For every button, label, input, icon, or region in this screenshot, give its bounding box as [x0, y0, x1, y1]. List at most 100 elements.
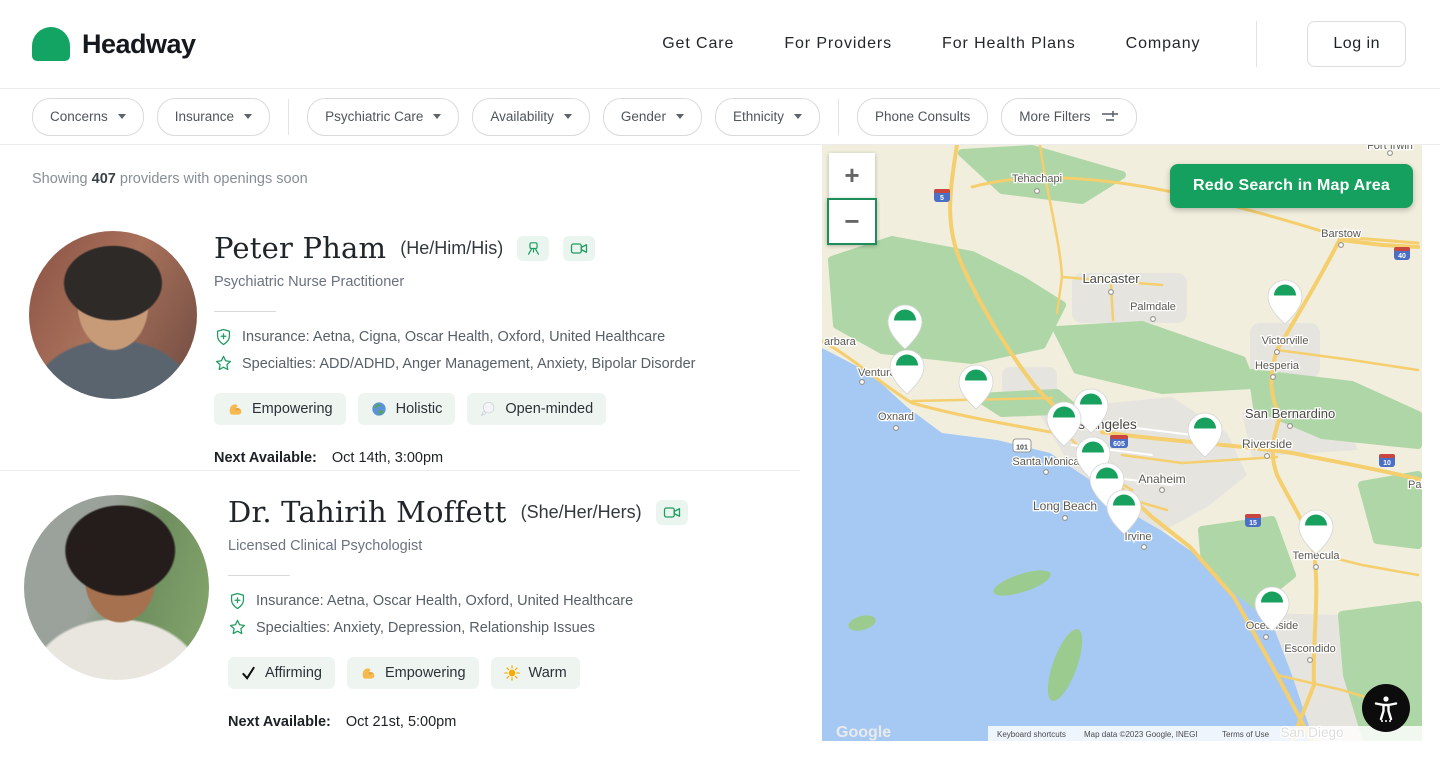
provider-name[interactable]: Peter Pham	[214, 231, 386, 265]
provider-title: Licensed Clinical Psychologist	[228, 538, 688, 554]
redo-search-button[interactable]: Redo Search in Map Area	[1170, 164, 1413, 208]
trait-badges: Empowering Holistic Open-minded	[214, 393, 695, 425]
map-label-victorville: Victorville	[1262, 335, 1309, 347]
map-label-palmdale: Palmdale	[1130, 301, 1176, 313]
chevron-down-icon	[118, 114, 126, 119]
map-label-long-beach: Long Beach	[1033, 499, 1097, 513]
accessibility-widget-button[interactable]	[1362, 684, 1410, 732]
video-camera-icon	[570, 241, 588, 256]
map-label-tehachapi: Tehachapi	[1012, 173, 1062, 185]
filter-ethnicity[interactable]: Ethnicity	[715, 98, 820, 136]
trait-badge: Affirming	[228, 657, 335, 689]
google-logo[interactable]: Google	[836, 724, 891, 741]
trait-badge: Open-minded	[467, 393, 606, 425]
filter-psychiatric-care[interactable]: Psychiatric Care	[307, 98, 459, 136]
chevron-down-icon	[564, 114, 572, 119]
specialties-text: Specialties: Anxiety, Depression, Relati…	[256, 620, 595, 636]
card-divider	[0, 470, 800, 471]
map-canvas: 5 40 101 605 15 10 Fort Irwin Tehachapi …	[822, 145, 1422, 741]
next-available-label: Next Available:	[228, 714, 331, 730]
card-mini-divider	[228, 575, 290, 576]
map-label-anaheim: Anaheim	[1138, 472, 1185, 486]
main-nav: Get Care For Providers For Health Plans …	[662, 21, 1406, 67]
filter-availability[interactable]: Availability	[472, 98, 590, 136]
filter-group-divider	[288, 99, 289, 135]
nav-for-health-plans[interactable]: For Health Plans	[942, 35, 1076, 53]
chevron-down-icon	[244, 114, 252, 119]
chair-icon	[525, 240, 542, 257]
svg-text:40: 40	[1398, 253, 1406, 260]
thought-balloon-emoji	[480, 401, 496, 417]
top-navbar: Headway Get Care For Providers For Healt…	[0, 0, 1440, 89]
provider-title: Psychiatric Nurse Practitioner	[214, 274, 695, 290]
provider-list-panel: Showing 407 providers with openings soon…	[0, 145, 822, 777]
svg-text:15: 15	[1249, 520, 1257, 527]
map-label-santa-barbara: arbara	[824, 336, 857, 348]
trait-badge-label: Affirming	[265, 665, 322, 681]
muscle-emoji	[227, 401, 243, 417]
minus-icon: −	[844, 206, 859, 237]
sliders-icon	[1101, 110, 1119, 124]
filter-more-filters[interactable]: More Filters	[1001, 98, 1136, 136]
svg-text:5: 5	[940, 195, 944, 202]
filter-concerns[interactable]: Concerns	[32, 98, 144, 136]
next-available-value: Oct 21st, 5:00pm	[346, 714, 456, 730]
muscle-emoji	[360, 665, 376, 681]
keyboard-shortcuts-link[interactable]: Keyboard shortcuts	[997, 730, 1066, 739]
filter-availability-label: Availability	[490, 109, 554, 124]
insurance-row: Insurance: Aetna, Oscar Health, Oxford, …	[228, 591, 688, 611]
filter-gender[interactable]: Gender	[603, 98, 702, 136]
globe-emoji	[371, 401, 387, 417]
insurance-row: Insurance: Aetna, Cigna, Oscar Health, O…	[214, 327, 695, 347]
provider-avatar[interactable]	[29, 231, 197, 399]
video-camera-icon	[663, 505, 681, 520]
filter-gender-label: Gender	[621, 109, 666, 124]
trait-badge-label: Empowering	[252, 401, 333, 417]
provider-card[interactable]: Dr. Tahirih Moffett (She/Her/Hers) Licen…	[24, 495, 688, 730]
sun-emoji	[504, 665, 520, 681]
nav-get-care[interactable]: Get Care	[662, 35, 734, 53]
provider-card-body: Dr. Tahirih Moffett (She/Her/Hers) Licen…	[228, 495, 688, 730]
filter-ethnicity-label: Ethnicity	[733, 109, 784, 124]
svg-text:101: 101	[1016, 445, 1028, 452]
trait-badge: Empowering	[347, 657, 479, 689]
results-suffix: providers with openings soon	[120, 171, 308, 187]
map-zoom-in-button[interactable]: +	[829, 153, 875, 198]
provider-name[interactable]: Dr. Tahirih Moffett	[228, 495, 507, 529]
insurance-text: Insurance: Aetna, Oscar Health, Oxford, …	[256, 593, 633, 609]
map-label-escondido: Escondido	[1284, 643, 1335, 655]
headway-logo-icon	[32, 27, 70, 61]
headway-logo[interactable]: Headway	[32, 27, 196, 61]
chevron-down-icon	[676, 114, 684, 119]
results-count: 407	[92, 171, 116, 187]
star-icon	[214, 354, 233, 373]
map-panel[interactable]: 5 40 101 605 15 10 Fort Irwin Tehachapi …	[822, 145, 1422, 741]
nav-company[interactable]: Company	[1126, 35, 1201, 53]
map-label-barstow: Barstow	[1321, 228, 1361, 240]
results-prefix: Showing	[32, 171, 88, 187]
specialties-text: Specialties: ADD/ADHD, Anger Management,…	[242, 356, 695, 372]
nav-for-providers[interactable]: For Providers	[784, 35, 892, 53]
login-button[interactable]: Log in	[1307, 21, 1406, 67]
chevron-down-icon	[433, 114, 441, 119]
filter-group-divider	[838, 99, 839, 135]
map-data-text: Map data ©2023 Google, INEGI	[1084, 730, 1198, 739]
specialties-row: Specialties: Anxiety, Depression, Relati…	[228, 618, 688, 637]
filter-insurance[interactable]: Insurance	[157, 98, 270, 136]
shield-plus-icon	[228, 591, 247, 611]
map-label-lancaster: Lancaster	[1082, 271, 1140, 286]
provider-avatar[interactable]	[24, 495, 209, 680]
svg-text:605: 605	[1113, 441, 1125, 448]
filter-phone-consults[interactable]: Phone Consults	[857, 98, 988, 136]
trait-badge: Holistic	[358, 393, 456, 425]
next-available-row: Next Available: Oct 14th, 3:00pm	[214, 450, 695, 466]
provider-card[interactable]: Peter Pham (He/Him/His)	[29, 231, 695, 466]
map-zoom-out-button[interactable]: −	[827, 198, 877, 245]
terms-of-use-link[interactable]: Terms of Use	[1222, 730, 1270, 739]
next-available-row: Next Available: Oct 21st, 5:00pm	[228, 714, 688, 730]
map-label-san-bernardino: San Bernardino	[1245, 406, 1335, 421]
map-label-irvine: Irvine	[1125, 531, 1152, 543]
video-chip	[563, 236, 595, 261]
map-attribution: Keyboard shortcuts Map data ©2023 Google…	[988, 726, 1422, 741]
provider-card-body: Peter Pham (He/Him/His)	[214, 231, 695, 466]
